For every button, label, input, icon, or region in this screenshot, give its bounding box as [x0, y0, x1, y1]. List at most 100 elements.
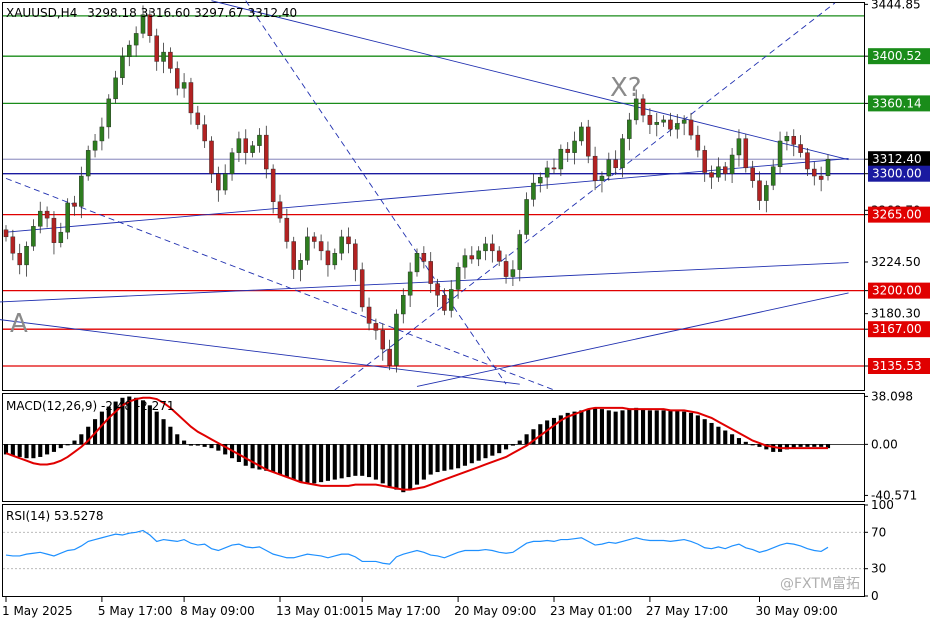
price-badge-label: 3300.00: [872, 167, 922, 181]
macd-histogram-bar: [216, 444, 221, 451]
candle-body: [99, 126, 105, 142]
candle-body: [257, 134, 262, 146]
macd-histogram-bar: [202, 444, 207, 447]
candle-body: [531, 182, 536, 200]
rsi-panel-frame: [2, 504, 865, 597]
candle-body: [366, 306, 372, 324]
candle-body: [346, 236, 351, 245]
macd-histogram-bar: [332, 444, 337, 480]
candle-body: [736, 138, 742, 156]
candle-body: [435, 283, 440, 296]
y-tick-label: 3444.85: [871, 0, 921, 11]
macd-histogram-bar: [682, 411, 687, 445]
candle-body: [44, 210, 50, 219]
macd-histogram-bar: [654, 410, 659, 445]
macd-histogram-bar: [702, 419, 707, 445]
candle-body: [3, 229, 9, 238]
price-badge-label: 3312.40: [872, 152, 922, 166]
macd-histogram-bar: [312, 444, 317, 484]
macd-histogram-bar: [462, 444, 468, 466]
candle-body: [332, 253, 338, 266]
rsi-layer: 100 70 30 0: [3, 498, 894, 603]
candle-body: [79, 175, 84, 207]
macd-histogram-bar: [298, 444, 303, 483]
candle-body: [627, 119, 632, 139]
candle-body: [695, 134, 701, 151]
macd-histogram-bar: [209, 444, 214, 449]
candle-body: [579, 126, 584, 142]
macd-histogram-bar: [65, 444, 70, 446]
candle-body: [448, 289, 454, 311]
macd-histogram-bar: [182, 440, 187, 445]
candle-body: [195, 112, 201, 125]
chart-window: 38.098 0.00 -40.571 100 70 30 0 3444.85 3400.5…: [0, 0, 936, 624]
candle-body: [277, 201, 283, 219]
macd-histogram-bar: [613, 411, 618, 445]
candle-body: [188, 82, 194, 114]
macd-histogram-bar: [408, 444, 413, 490]
macd-histogram-bar: [469, 444, 474, 464]
candle-body: [784, 136, 790, 142]
candle-body: [284, 217, 290, 242]
candle-body: [394, 313, 399, 366]
macd-histogram-bar: [250, 444, 255, 469]
rsi-tick-label: 100: [871, 498, 894, 512]
wave-label-x: X?: [610, 73, 642, 103]
candle-body: [318, 241, 324, 252]
candle-body: [216, 173, 221, 191]
macd-histogram-bar: [79, 434, 84, 445]
macd-histogram-bar: [572, 411, 577, 445]
macd-histogram-bar: [168, 426, 173, 445]
macd-histogram-bar: [291, 444, 296, 480]
macd-histogram-bar: [709, 422, 714, 445]
macd-histogram-bar: [620, 410, 625, 445]
candle-body: [168, 51, 173, 69]
candle-body: [716, 166, 721, 178]
price-badge-label: 3135.53: [872, 359, 922, 373]
macd-histogram-bar: [627, 409, 632, 445]
macd-histogram-bar: [360, 444, 365, 476]
x-tick-label: 5 May 17:00: [98, 604, 173, 618]
rsi-tick-label: 0: [871, 589, 879, 603]
macd-histogram-bar: [593, 407, 598, 445]
candle-body: [106, 98, 112, 128]
macd-histogram-bar: [503, 444, 509, 450]
candle-body: [10, 236, 16, 254]
macd-histogram-bar: [161, 419, 166, 445]
macd-histogram-bar: [24, 444, 29, 459]
candle-body: [407, 271, 413, 296]
macd-histogram-bar: [195, 444, 200, 446]
macd-tick-label: 38.098: [871, 389, 913, 403]
candle-body: [359, 269, 365, 308]
macd-histogram-bar: [675, 410, 680, 445]
trend-line-4: [211, 0, 849, 161]
candle-body: [764, 185, 769, 201]
macd-histogram-bar: [606, 410, 611, 445]
trading-chart[interactable]: 38.0980.00-40.571 10070300 3444.853400.5…: [0, 0, 936, 624]
candle-body: [37, 210, 43, 227]
macd-histogram-bar: [325, 444, 331, 481]
macd-histogram-bar: [188, 444, 194, 446]
macd-histogram-bar: [599, 409, 605, 445]
macd-histogram-bar: [743, 441, 748, 445]
x-tick-label: 8 May 09:00: [180, 604, 255, 618]
macd-histogram-bar: [319, 444, 324, 483]
price-badge-label: 3167.00: [872, 322, 922, 336]
candle-body: [818, 175, 824, 180]
candle-body: [120, 56, 125, 79]
macd-histogram-bar: [805, 444, 810, 447]
macd-histogram-bar: [490, 444, 495, 456]
candle-body: [517, 234, 523, 270]
candle-body: [476, 250, 481, 260]
candle-body: [791, 136, 797, 145]
macd-histogram-bar: [284, 444, 289, 478]
candle-body: [222, 173, 228, 191]
candle-body: [113, 77, 118, 100]
candle-body: [181, 82, 187, 89]
candle-body: [373, 323, 379, 331]
macd-histogram-bar: [442, 444, 447, 471]
candle-body: [592, 155, 598, 181]
macd-histogram-bar: [695, 415, 700, 445]
x-tick-label: 30 May 09:00: [756, 604, 838, 618]
wave-label-a: A: [10, 309, 28, 339]
